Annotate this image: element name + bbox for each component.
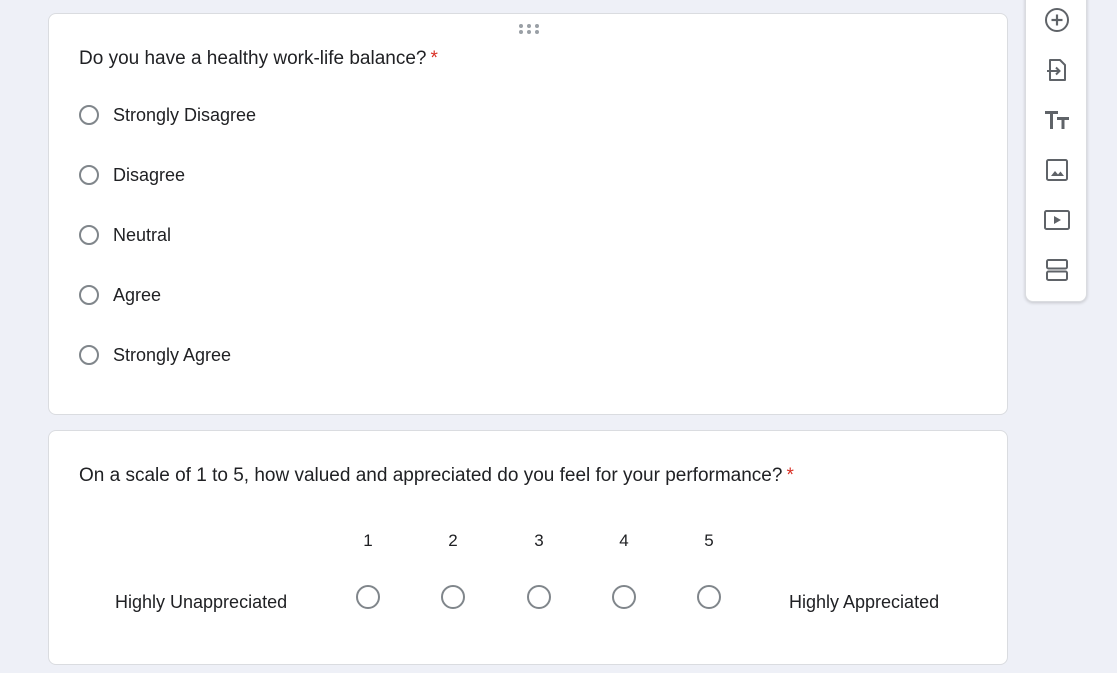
option-neutral[interactable]: Neutral [79, 223, 171, 247]
scale-radio-2[interactable] [441, 585, 465, 609]
scale-number-5: 5 [704, 531, 714, 550]
radio-button[interactable] [79, 225, 99, 245]
drag-handle-icon[interactable] [519, 24, 541, 36]
import-questions-icon[interactable] [1042, 55, 1072, 85]
question-title: Do you have a healthy work-life balance?… [79, 48, 438, 70]
option-strongly-disagree[interactable]: Strongly Disagree [79, 103, 256, 127]
option-label: Neutral [113, 224, 172, 245]
radio-button[interactable] [79, 345, 99, 365]
scale-number-1: 1 [363, 531, 373, 550]
add-question-icon[interactable] [1042, 5, 1072, 35]
scale-number-4: 4 [619, 531, 629, 550]
question-text: On a scale of 1 to 5, how valued and app… [79, 465, 783, 486]
scale-number-2: 2 [448, 531, 458, 550]
radio-button[interactable] [79, 105, 99, 125]
question-title: On a scale of 1 to 5, how valued and app… [79, 465, 794, 487]
question-text: Do you have a healthy work-life balance? [79, 48, 427, 69]
option-disagree[interactable]: Disagree [79, 163, 185, 187]
add-section-icon[interactable] [1042, 255, 1072, 285]
required-asterisk: * [786, 465, 794, 486]
required-asterisk: * [430, 48, 438, 69]
question-card-work-life-balance[interactable]: Do you have a healthy work-life balance?… [48, 13, 1008, 415]
scale-radio-3[interactable] [527, 585, 551, 609]
option-label: Agree [113, 284, 162, 305]
scale-low-label: Highly Unappreciated [115, 592, 288, 612]
scale-radio-4[interactable] [612, 585, 636, 609]
scale-radio-5[interactable] [697, 585, 721, 609]
option-agree[interactable]: Agree [79, 283, 161, 307]
scale-radio-1[interactable] [356, 585, 380, 609]
scale-number-3: 3 [534, 531, 544, 550]
floating-toolbar [1025, 0, 1087, 302]
add-image-icon[interactable] [1042, 155, 1072, 185]
radio-button[interactable] [79, 285, 99, 305]
option-label: Strongly Disagree [113, 104, 257, 125]
radio-button[interactable] [79, 165, 99, 185]
add-video-icon[interactable] [1042, 205, 1072, 235]
option-label: Strongly Agree [113, 344, 232, 365]
option-label: Disagree [113, 164, 186, 185]
option-strongly-agree[interactable]: Strongly Agree [79, 343, 231, 367]
question-card-appreciation-scale[interactable]: On a scale of 1 to 5, how valued and app… [48, 430, 1008, 665]
add-title-icon[interactable] [1042, 105, 1072, 135]
scale-high-label: Highly Appreciated [789, 592, 940, 612]
